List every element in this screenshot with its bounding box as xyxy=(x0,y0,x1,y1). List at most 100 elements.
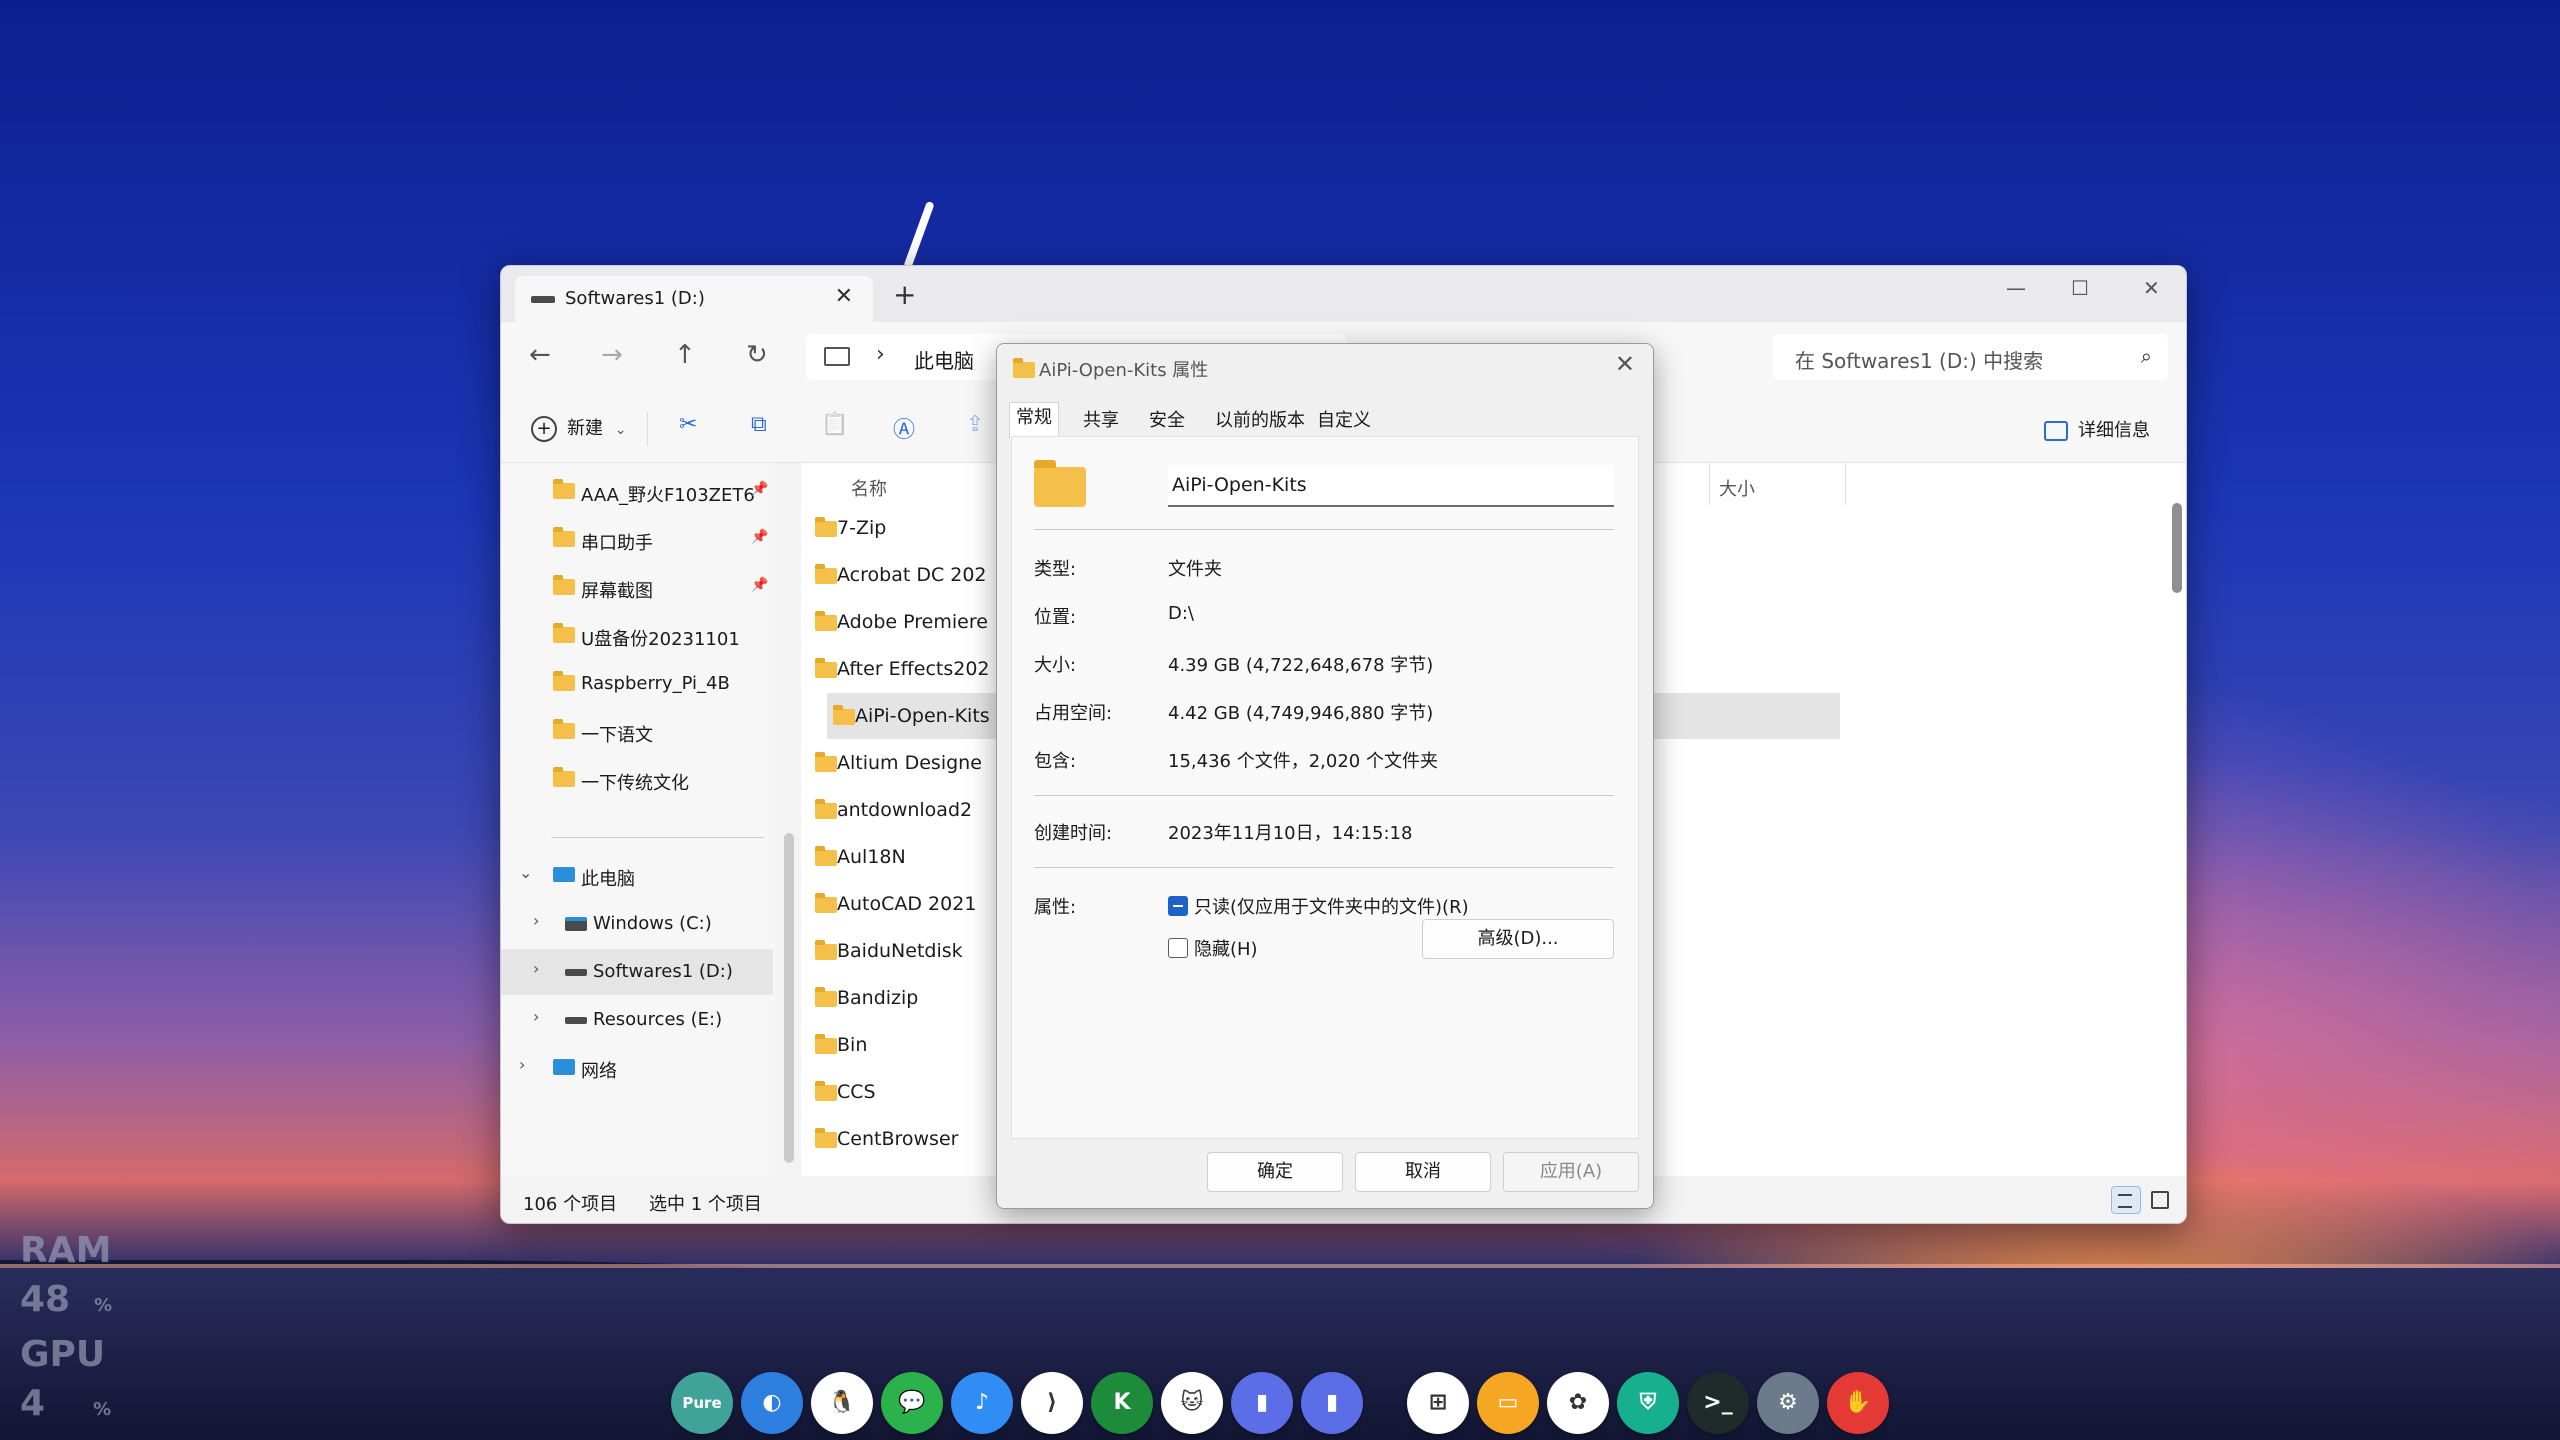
close-window-button[interactable]: ✕ xyxy=(2143,276,2160,300)
vscode-app-icon[interactable]: ⟩ xyxy=(1021,1372,1083,1434)
tab-softwares1[interactable]: Softwares1 (D:) ✕ xyxy=(515,276,873,322)
pure-app-icon[interactable]: Pure xyxy=(671,1372,733,1434)
advanced-button[interactable]: 高级(D)... xyxy=(1422,919,1614,959)
files-app-icon[interactable]: ▭ xyxy=(1477,1372,1539,1434)
terminal-app-icon[interactable]: >_ xyxy=(1687,1372,1749,1434)
folder-name-field[interactable]: AiPi-Open-Kits xyxy=(1168,465,1614,507)
sidebar-item-label: 网络 xyxy=(581,1061,617,1082)
monitor-icon xyxy=(553,867,575,882)
tab-customize[interactable]: 自定义 xyxy=(1317,406,1371,436)
column-header-size[interactable]: 大小 xyxy=(1719,475,1755,501)
store-app-icon[interactable]: ⊞ xyxy=(1407,1372,1469,1434)
tab-previous-versions[interactable]: 以前的版本 xyxy=(1215,406,1305,436)
column-header-name[interactable]: 名称 xyxy=(851,475,887,501)
sidebar-scrollbar[interactable] xyxy=(784,833,794,1163)
folder-icon xyxy=(815,987,837,1007)
refresh-button[interactable]: ↻ xyxy=(746,340,768,370)
sidebar-item-label: 屏幕截图 xyxy=(581,581,653,602)
attributes-label: 属性: xyxy=(1034,897,1077,918)
cut-button[interactable]: ✂ xyxy=(679,412,697,437)
red-app-icon[interactable]: ✋ xyxy=(1827,1372,1889,1434)
kaspersky-app-icon[interactable]: K xyxy=(1091,1372,1153,1434)
ram-label: RAM xyxy=(20,1230,112,1271)
details-pane-icon xyxy=(2044,421,2068,441)
folder-icon xyxy=(553,479,575,499)
tab-general[interactable]: 常规 xyxy=(1009,402,1059,439)
file-list-scrollbar[interactable] xyxy=(2172,503,2182,593)
pin-icon: 📌 xyxy=(751,481,769,497)
chevron-right-icon[interactable]: › xyxy=(533,1007,539,1026)
cat-app-icon[interactable]: 🐱 xyxy=(1161,1372,1223,1434)
sidebar-item-network[interactable]: › 网络 xyxy=(501,1045,773,1089)
file-name: Bandizip xyxy=(837,987,919,1009)
folder-icon xyxy=(815,517,837,537)
sidebar-item-label: Softwares1 (D:) xyxy=(593,961,733,982)
apply-button[interactable]: 应用(A) xyxy=(1503,1152,1639,1192)
sidebar-item-quick-2[interactable]: 屏幕截图 📌 xyxy=(501,565,773,609)
forward-button[interactable]: → xyxy=(601,340,623,370)
sidebar-divider xyxy=(551,837,764,838)
reader-app-2-icon[interactable]: ▮ xyxy=(1301,1372,1363,1434)
breadcrumb-this-pc[interactable]: 此电脑 xyxy=(914,345,974,374)
contains-value: 15,436 个文件，2,020 个文件夹 xyxy=(1168,751,1438,772)
copy-button[interactable]: ⧉ xyxy=(751,412,767,437)
new-tab-button[interactable]: + xyxy=(893,278,916,311)
sidebar-item-quick-3[interactable]: U盘备份20231101 xyxy=(501,613,773,657)
horizon xyxy=(0,1264,2560,1268)
paint-app-icon[interactable]: ✿ xyxy=(1547,1372,1609,1434)
reader-app-1-icon[interactable]: ▮ xyxy=(1231,1372,1293,1434)
browser-app-icon[interactable]: ◐ xyxy=(741,1372,803,1434)
folder-icon xyxy=(815,846,837,866)
paste-button[interactable]: 📋 xyxy=(821,412,848,437)
windows-drive-icon xyxy=(565,917,587,931)
wechat-app-icon[interactable]: 💬 xyxy=(881,1372,943,1434)
size-label: 大小: xyxy=(1034,655,1077,676)
folder-icon xyxy=(553,767,575,787)
back-button[interactable]: ← xyxy=(529,340,551,370)
sidebar-item-drive-d[interactable]: › Softwares1 (D:) xyxy=(501,949,773,993)
chevron-right-icon[interactable]: › xyxy=(533,959,539,978)
sidebar-item-quick-1[interactable]: 串口助手 📌 xyxy=(501,517,773,561)
toolbar-divider xyxy=(647,412,648,446)
new-button[interactable]: + 新建 ⌄ xyxy=(531,414,626,442)
sidebar-item-quick-0[interactable]: AAA_野火F103ZET6 📌 xyxy=(501,469,773,513)
ok-button[interactable]: 确定 xyxy=(1207,1152,1343,1192)
chevron-down-icon[interactable]: ⌄ xyxy=(519,863,532,882)
sidebar-item-quick-6[interactable]: 一下传统文化 xyxy=(501,757,773,801)
sidebar-item-this-pc[interactable]: ⌄ 此电脑 xyxy=(501,853,773,897)
cancel-button[interactable]: 取消 xyxy=(1355,1152,1491,1192)
sidebar-item-drive-e[interactable]: › Resources (E:) xyxy=(501,997,773,1041)
hidden-checkbox[interactable] xyxy=(1168,938,1188,958)
tab-security[interactable]: 安全 xyxy=(1149,406,1185,436)
rename-button[interactable]: Ⓐ xyxy=(893,412,915,444)
chevron-right-icon[interactable]: › xyxy=(533,911,539,930)
new-label: 新建 xyxy=(567,418,603,439)
up-button[interactable]: ↑ xyxy=(674,340,696,370)
details-button[interactable]: 详细信息 xyxy=(2044,416,2150,442)
tiles-view-button[interactable] xyxy=(2145,1186,2173,1212)
dialog-close-button[interactable]: ✕ xyxy=(1615,350,1635,378)
readonly-checkbox[interactable] xyxy=(1168,896,1188,916)
search-icon[interactable]: ⌕ xyxy=(2141,344,2152,368)
minimize-button[interactable]: — xyxy=(2006,276,2026,300)
sidebar-item-drive-c[interactable]: › Windows (C:) xyxy=(501,901,773,945)
search-input[interactable]: 在 Softwares1 (D:) 中搜索 ⌕ xyxy=(1773,334,2168,380)
sidebar-item-quick-5[interactable]: 一下语文 xyxy=(501,709,773,753)
share-button[interactable]: ⇪ xyxy=(966,412,984,437)
qq-app-icon[interactable]: 🐧 xyxy=(811,1372,873,1434)
tab-sharing[interactable]: 共享 xyxy=(1083,406,1119,436)
settings-app-icon[interactable]: ⚙ xyxy=(1757,1372,1819,1434)
tab-close-icon[interactable]: ✕ xyxy=(835,284,853,309)
music-app-icon[interactable]: ♪ xyxy=(951,1372,1013,1434)
desktop-mark xyxy=(903,200,935,270)
folder-icon xyxy=(815,564,837,584)
sidebar-item-label: AAA_野火F103ZET6 xyxy=(581,485,755,506)
security-app-icon[interactable]: ⛨ xyxy=(1617,1372,1679,1434)
folder-icon xyxy=(815,752,837,772)
details-view-button[interactable] xyxy=(2111,1186,2141,1214)
file-name: CCS xyxy=(837,1081,876,1103)
maximize-button[interactable]: ☐ xyxy=(2071,276,2089,300)
chevron-right-icon[interactable]: › xyxy=(519,1055,525,1074)
breadcrumb-separator: › xyxy=(876,342,885,367)
sidebar-item-quick-4[interactable]: Raspberry_Pi_4B xyxy=(501,661,773,705)
